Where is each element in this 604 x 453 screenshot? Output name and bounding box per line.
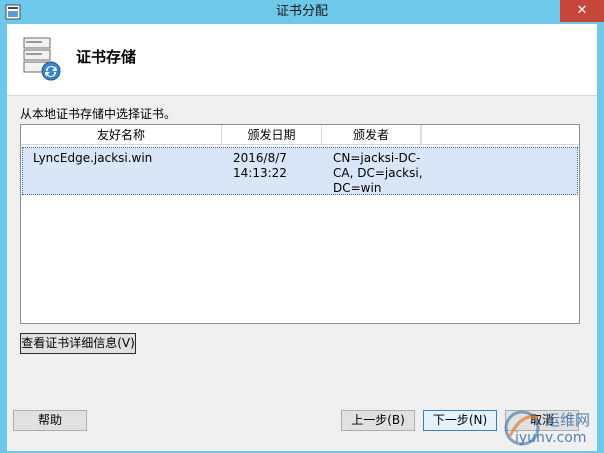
instruction-text: 从本地证书存储中选择证书。 [20,107,177,121]
header-panel: 证书存储 [7,24,597,96]
view-certificate-details-button[interactable]: 查看证书详细信息(V) [20,333,136,354]
watermark-text-bottom: iyunv.com [515,430,587,446]
watermark-text-top: 运维网 [545,411,591,429]
cell-issue-date: 2016/8/7 14:13:22 [233,151,287,180]
next-button[interactable]: 下一步(N) [423,410,497,431]
back-button[interactable]: 上一步(B) [341,410,415,431]
column-divider [421,125,422,145]
window-title: 证书分配 [275,4,328,19]
help-button[interactable]: 帮助 [13,410,87,431]
certificate-store-icon [23,37,61,81]
column-header-friendly-name[interactable]: 友好名称 [21,125,222,145]
cell-issuer: CN=jacksi-DC- CA, DC=jacksi, DC=win [333,151,423,195]
column-header-issue-date[interactable]: 颁发日期 [222,125,322,145]
close-icon: ✕ [576,3,588,18]
page-title: 证书存储 [76,48,137,66]
cell-friendly-name: LyncEdge.jacksi.win [33,151,153,165]
column-header-issuer[interactable]: 颁发者 [322,125,421,145]
table-row[interactable]: LyncEdge.jacksi.win 2016/8/7 14:13:22 CN… [22,147,578,195]
certificate-list[interactable]: 友好名称 颁发日期 颁发者 LyncEdge.jacksi.win 2016/8… [20,124,580,324]
list-header: 友好名称 颁发日期 颁发者 [21,125,579,145]
close-button[interactable]: ✕ [560,0,604,22]
